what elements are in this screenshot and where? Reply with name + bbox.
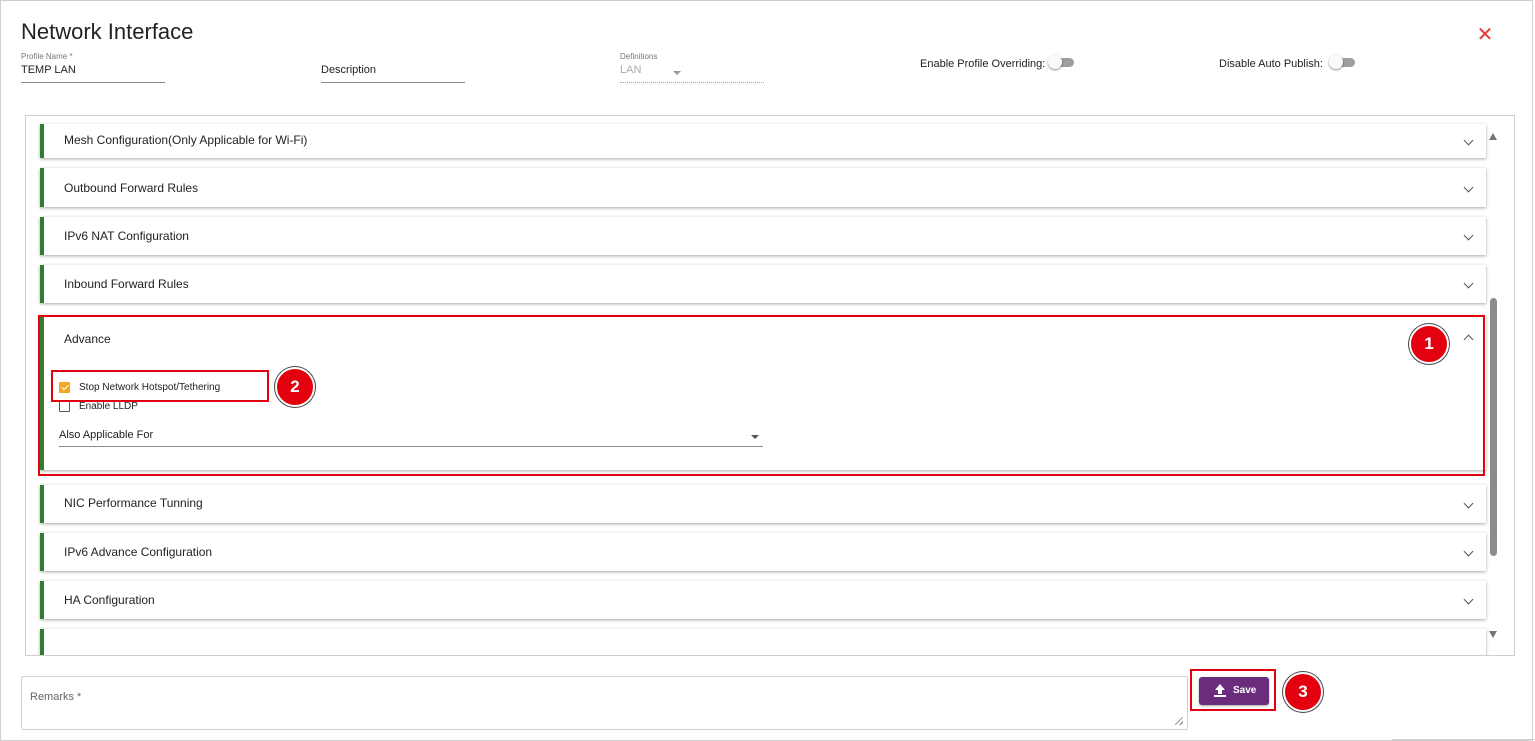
section-mesh-configuration[interactable]: Mesh Configuration(Only Applicable for W…	[40, 124, 1486, 158]
definitions-label: Definitions	[620, 52, 658, 61]
chevron-down-icon	[1463, 278, 1474, 289]
scroll-down-arrow[interactable]	[1489, 631, 1497, 638]
dialog-title: Network Interface	[21, 19, 194, 44]
profile-name-value: TEMP LAN	[21, 64, 76, 76]
disable-auto-publish-toggle[interactable]	[1329, 55, 1355, 69]
profile-name-label: Profile Name *	[21, 52, 73, 61]
annotation-badge-3: 3	[1283, 672, 1323, 712]
section-partial[interactable]	[40, 629, 1486, 655]
highlight-stop-hotspot	[51, 370, 269, 402]
profile-name-field[interactable]: Profile Name * TEMP LAN	[21, 52, 165, 83]
network-interface-dialog: Network Interface ✕ Profile Name * TEMP …	[0, 0, 1533, 741]
definitions-underline	[620, 82, 764, 83]
section-ipv6-nat-configuration[interactable]: IPv6 NAT Configuration	[40, 217, 1486, 255]
disable-auto-publish-label: Disable Auto Publish:	[1219, 58, 1323, 70]
chevron-down-icon	[673, 71, 681, 75]
annotation-badge-1: 1	[1409, 324, 1449, 364]
section-title: IPv6 Advance Configuration	[64, 545, 213, 559]
section-nic-performance-tunning[interactable]: NIC Performance Tunning	[40, 485, 1486, 523]
chevron-down-icon	[1463, 594, 1474, 605]
section-title: Inbound Forward Rules	[64, 277, 189, 291]
definitions-select: Definitions LAN	[620, 52, 764, 83]
profile-name-underline	[21, 82, 165, 83]
scrollbar-thumb[interactable]	[1490, 298, 1497, 556]
enable-profile-overriding-toggle[interactable]	[1048, 55, 1074, 69]
section-title: IPv6 NAT Configuration	[64, 229, 189, 243]
remarks-textarea[interactable]: Remarks *	[21, 676, 1188, 730]
resize-grip-icon[interactable]	[1175, 717, 1183, 725]
annotation-badge-2: 2	[275, 367, 315, 407]
remarks-label: Remarks *	[30, 691, 82, 703]
section-title: NIC Performance Tunning	[64, 496, 203, 510]
section-title: Mesh Configuration(Only Applicable for W…	[64, 133, 308, 147]
description-underline	[321, 82, 465, 83]
section-title: Outbound Forward Rules	[64, 181, 199, 195]
scroll-up-arrow[interactable]	[1489, 133, 1497, 140]
chevron-down-icon	[1463, 135, 1474, 146]
section-title: HA Configuration	[64, 593, 155, 607]
enable-profile-overriding-label: Enable Profile Overriding:	[920, 58, 1046, 70]
chevron-down-icon	[1463, 230, 1474, 241]
description-placeholder: Description	[321, 64, 377, 76]
chevron-down-icon	[1463, 498, 1474, 509]
description-field[interactable]: Description	[321, 52, 465, 83]
definitions-value: LAN	[620, 64, 642, 76]
section-outbound-forward-rules[interactable]: Outbound Forward Rules	[40, 168, 1486, 207]
section-ipv6-advance-configuration[interactable]: IPv6 Advance Configuration	[40, 533, 1486, 571]
section-ha-configuration[interactable]: HA Configuration	[40, 581, 1486, 619]
chevron-down-icon	[1463, 546, 1474, 557]
section-inbound-forward-rules[interactable]: Inbound Forward Rules	[40, 265, 1486, 303]
close-icon[interactable]: ✕	[1475, 25, 1495, 45]
chevron-down-icon	[1463, 182, 1474, 193]
highlight-save-button	[1190, 669, 1276, 711]
bottom-edge-line	[1392, 739, 1535, 740]
